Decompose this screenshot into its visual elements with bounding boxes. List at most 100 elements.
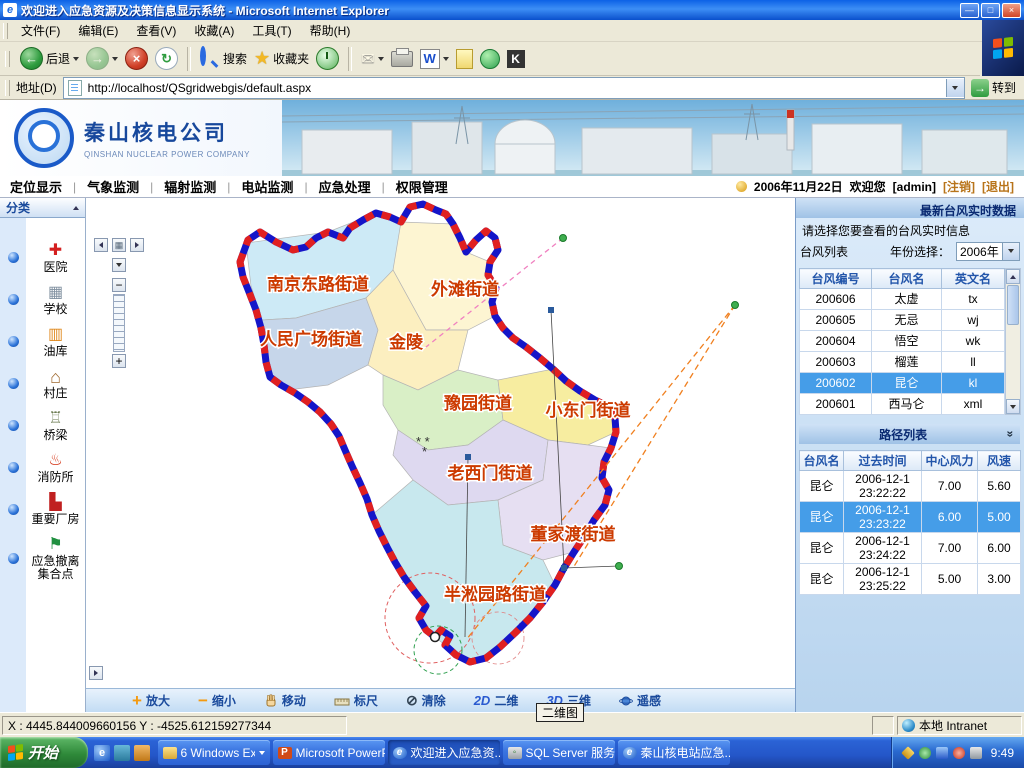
exit-link[interactable]: [退出] [982, 178, 1014, 195]
stop-button[interactable]: × [124, 46, 149, 71]
back-icon: ← [20, 47, 43, 70]
menu-view[interactable]: 查看(V) [127, 20, 185, 41]
sidebar-item-key-buildings[interactable]: ▙ 重要厂房 [0, 493, 85, 526]
tray-network-icon[interactable] [919, 747, 931, 759]
gis-map[interactable]: * * * 南京东路街道 外滩街道 人民广场街道 金陵 豫园街道 小东门街道 老… [86, 198, 795, 688]
zoom-in-step-button[interactable]: + [112, 354, 126, 368]
table-scrollbar[interactable] [1005, 268, 1021, 415]
typhoon-row-selected[interactable]: 200602昆仑kl [800, 373, 1005, 394]
menu-help[interactable]: 帮助(H) [301, 20, 360, 41]
sidebar-item-fire-station[interactable]: ♨ 消防所 [0, 451, 85, 484]
tab-emergency-handling[interactable]: 应急处理 [317, 177, 373, 196]
current-user: [admin] [893, 180, 936, 194]
page-icon [68, 80, 82, 96]
menu-favorites[interactable]: 收藏(A) [185, 20, 243, 41]
sidebar-item-hospital[interactable]: ✚ 医院 [0, 241, 85, 274]
quick-launch-ie-icon[interactable]: e [94, 745, 110, 761]
show-desktop-icon[interactable] [114, 745, 130, 761]
minimize-button[interactable]: — [960, 3, 979, 18]
sidebar-item-village[interactable]: ⌂ 村庄 [0, 367, 85, 400]
path-list-header[interactable]: 路径列表 » [799, 424, 1020, 444]
sidebar-item-school[interactable]: ▦ 学校 [0, 283, 85, 316]
tab-weather-monitor[interactable]: 气象监测 [85, 177, 141, 196]
start-button[interactable]: 开始 [0, 737, 88, 768]
taskbar-button-ie-qinshan[interactable]: e 秦山核电站应急... [618, 740, 730, 765]
k-plugin-button[interactable]: K [506, 49, 526, 69]
address-input[interactable] [86, 79, 946, 97]
tab-permission-mgmt[interactable]: 权限管理 [394, 177, 450, 196]
path-row[interactable]: 昆仑2006-12-1 23:22:22 7.005.60 [800, 471, 1021, 502]
collapse-chevrons-icon[interactable]: » [1004, 431, 1018, 438]
sidebar-item-oil-depot[interactable]: ▥ 油库 [0, 325, 85, 358]
k-icon: K [507, 50, 525, 68]
messenger-button[interactable] [479, 48, 501, 70]
taskbar-button-explorer-group[interactable]: 6 Windows Expl... [158, 740, 270, 765]
back-button[interactable]: ← 后退 [19, 46, 80, 71]
logout-link[interactable]: [注销] [943, 178, 975, 195]
typhoon-row[interactable]: 200605无忌wj [800, 310, 1005, 331]
history-button[interactable] [315, 46, 340, 71]
favorites-button[interactable]: ★ 收藏夹 [253, 47, 310, 70]
scroll-down-button[interactable] [1006, 399, 1020, 414]
category-header[interactable]: 分类 [0, 198, 85, 218]
zoom-in-tool[interactable]: + 放大 [132, 692, 170, 709]
windows-flag-icon [993, 37, 1013, 59]
sidebar-expander-button[interactable] [89, 666, 103, 680]
typhoon-row[interactable]: 200604悟空wk [800, 331, 1005, 352]
search-button[interactable]: 搜索 [199, 48, 248, 70]
tree-bullet-icon [0, 252, 26, 263]
zoom-slider[interactable] [113, 294, 125, 352]
typhoon-row[interactable]: 200603榴莲ll [800, 352, 1005, 373]
maximize-button[interactable]: □ [981, 3, 1000, 18]
clear-tool[interactable]: ⊘ 清除 [406, 692, 446, 709]
tray-volume-icon[interactable] [936, 747, 948, 759]
sidebar-item-assembly-point[interactable]: ⚑ 应急撤离集合点 [0, 535, 85, 581]
menu-edit[interactable]: 编辑(E) [69, 20, 127, 41]
view-2d-tool[interactable]: 2D 二维 [474, 692, 519, 709]
path-row-selected[interactable]: 昆仑2006-12-1 23:23:22 6.005.00 [800, 502, 1021, 533]
tab-radiation-monitor[interactable]: 辐射监测 [162, 177, 218, 196]
clock[interactable]: 9:49 [991, 746, 1014, 760]
year-select[interactable]: 2006年 [956, 242, 1020, 261]
mail-button[interactable]: ✉ [360, 48, 384, 70]
sidebar-item-bridge[interactable]: ♖ 桥梁 [0, 409, 85, 442]
forward-button[interactable]: → [85, 46, 119, 71]
notes-button[interactable] [455, 48, 474, 70]
typhoon-row[interactable]: 200601西马仑xml [800, 394, 1005, 415]
pan-left-button[interactable] [94, 238, 108, 252]
toolbar-grip[interactable] [5, 80, 10, 96]
tray-shield-icon[interactable] [901, 746, 915, 760]
toolbar-grip[interactable] [5, 51, 10, 67]
scroll-thumb[interactable] [1007, 285, 1019, 325]
year-select-arrow[interactable] [1002, 243, 1019, 260]
menu-file[interactable]: 文件(F) [12, 20, 69, 41]
tab-station-monitor[interactable]: 电站监测 [239, 177, 295, 196]
tab-location-display[interactable]: 定位显示 [8, 177, 64, 196]
tray-antivirus-icon[interactable] [953, 747, 965, 759]
pan-down-button[interactable] [112, 258, 126, 272]
overview-button[interactable]: ▦ [112, 238, 126, 252]
edit-word-button[interactable]: W [419, 48, 450, 70]
path-row[interactable]: 昆仑2006-12-1 23:24:22 7.006.00 [800, 533, 1021, 564]
pan-right-button[interactable] [130, 238, 144, 252]
pan-tool[interactable]: 移动 [264, 692, 306, 709]
ruler-tool[interactable]: 标尺 [334, 692, 378, 709]
scroll-up-button[interactable] [1006, 269, 1020, 284]
path-row[interactable]: 昆仑2006-12-1 23:25:22 5.003.00 [800, 564, 1021, 595]
zoom-out-tool[interactable]: − 缩小 [198, 692, 236, 709]
address-dropdown-button[interactable] [946, 79, 964, 97]
remote-sensing-tool[interactable]: 遥感 [619, 692, 661, 709]
zoom-out-step-button[interactable]: − [112, 278, 126, 292]
toolbar-grip[interactable] [3, 23, 8, 39]
menu-tools[interactable]: 工具(T) [243, 20, 300, 41]
refresh-button[interactable]: ↻ [154, 46, 179, 71]
taskbar-button-powerpoint[interactable]: P Microsoft PowerP... [273, 740, 385, 765]
close-button[interactable]: × [1002, 3, 1021, 18]
tray-ime-icon[interactable] [970, 747, 982, 759]
taskbar-button-ie-active[interactable]: e 欢迎进入应急资... [388, 740, 500, 765]
print-button[interactable] [390, 50, 414, 68]
quick-launch-media-icon[interactable] [134, 745, 150, 761]
typhoon-row[interactable]: 200606太虚tx [800, 289, 1005, 310]
go-button[interactable]: → 转到 [971, 79, 1020, 97]
taskbar-button-sql-server[interactable]: ◦ SQL Server 服务... [503, 740, 615, 765]
